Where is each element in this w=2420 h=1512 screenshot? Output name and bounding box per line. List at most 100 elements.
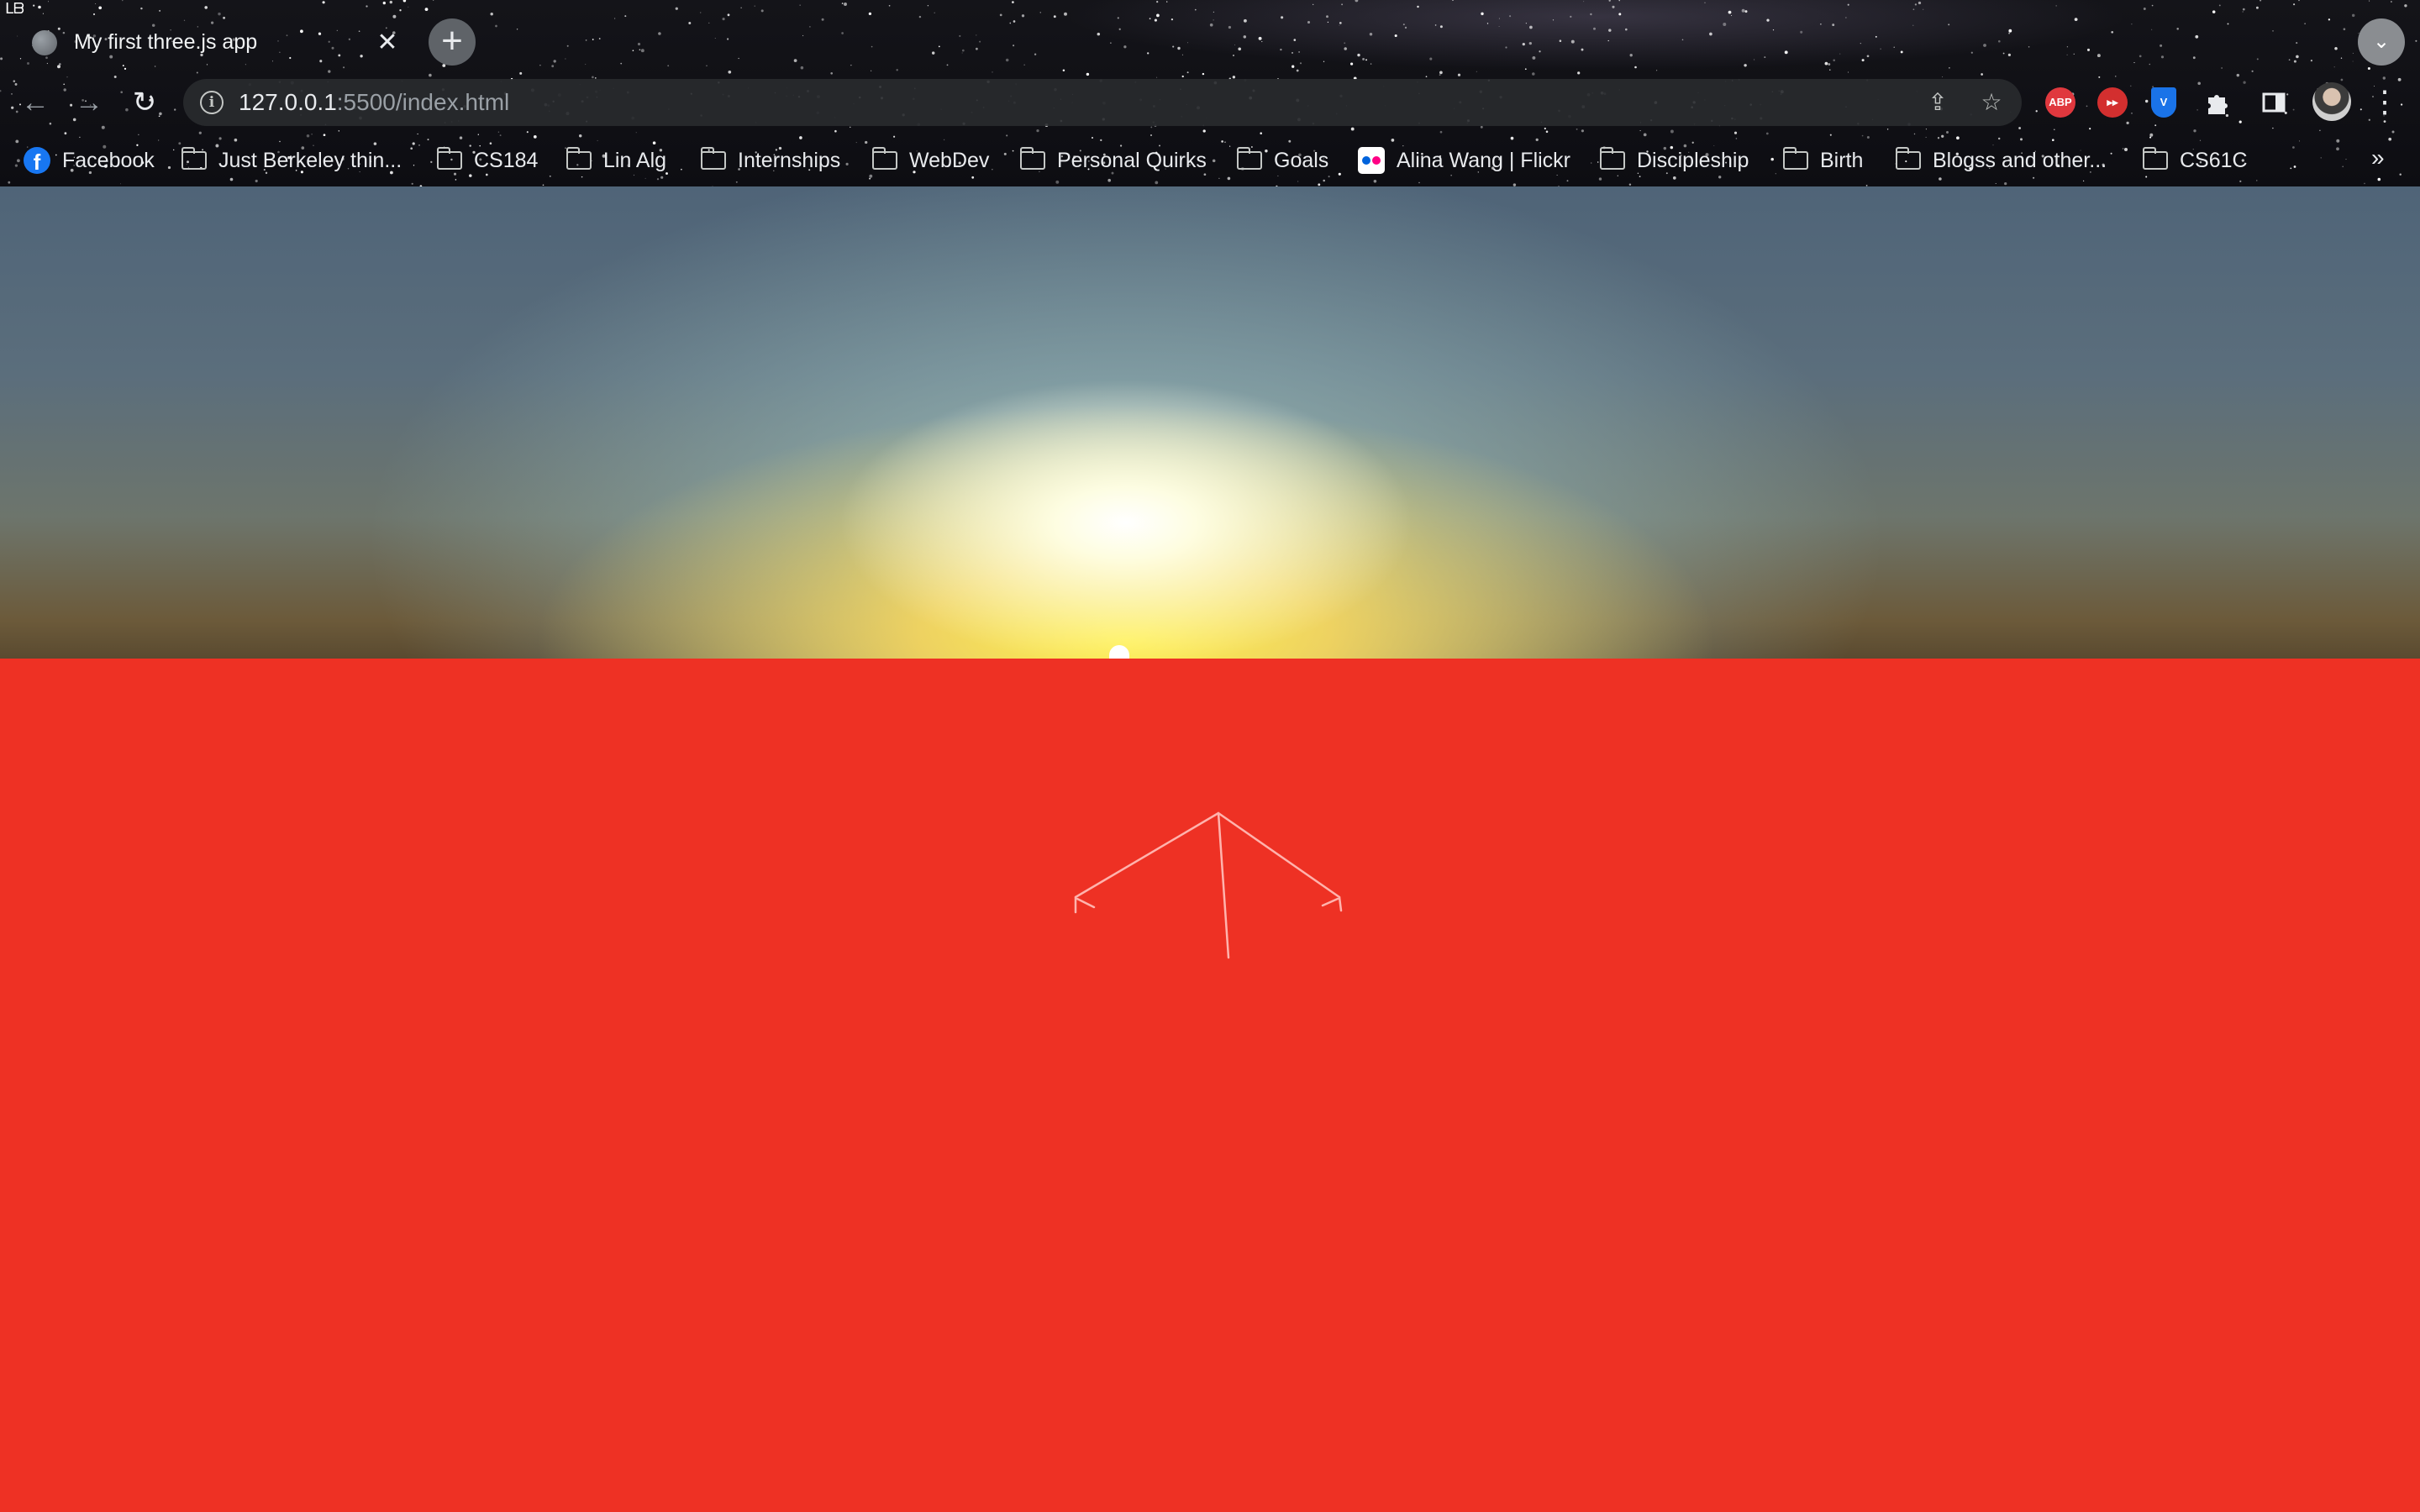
star — [402, 0, 407, 3]
bookmark-star-icon[interactable]: ☆ — [1976, 87, 2007, 118]
star — [1528, 41, 1532, 45]
folder-icon — [871, 147, 897, 170]
star — [706, 65, 708, 66]
forward-button[interactable]: → — [71, 84, 108, 121]
star — [1593, 27, 1596, 30]
star — [2243, 81, 2246, 84]
tab-close-icon[interactable]: ✕ — [373, 29, 402, 57]
star — [63, 83, 66, 86]
star — [918, 15, 922, 18]
adblock-plus-icon[interactable]: ABP — [2045, 87, 2075, 118]
star — [1404, 26, 1407, 29]
bookmark-item[interactable]: CS61C — [2142, 146, 2248, 175]
star — [809, 26, 811, 28]
star — [841, 32, 844, 34]
threejs-canvas[interactable] — [0, 186, 2420, 1512]
star — [1583, 1, 1585, 3]
star — [2008, 29, 2012, 33]
video-speed-icon[interactable]: ▸▸ — [2097, 87, 2128, 118]
star — [1875, 35, 1877, 38]
bookmark-item[interactable]: Internships — [700, 146, 840, 175]
star — [1365, 59, 1367, 61]
star — [1833, 59, 1835, 61]
star — [2397, 77, 2402, 81]
star — [2334, 46, 2338, 50]
bookmark-item[interactable]: Just Berkeley thin... — [181, 146, 402, 175]
bookmark-item[interactable]: Goals — [1236, 146, 1328, 175]
star — [2007, 53, 2011, 56]
star — [542, 184, 544, 186]
star — [1039, 12, 1041, 13]
side-panel-icon[interactable] — [2259, 87, 2289, 118]
star — [635, 132, 637, 134]
star — [1150, 134, 1152, 136]
menu-icon[interactable]: ⋮ — [2370, 82, 2400, 121]
star — [735, 181, 738, 183]
star — [656, 178, 660, 181]
tab-search-button[interactable]: ⌄ — [2358, 18, 2405, 66]
star — [2096, 54, 2101, 58]
site-info-icon[interactable]: i — [200, 91, 224, 114]
star — [1618, 13, 1622, 16]
star — [1417, 5, 1419, 8]
star — [1845, 17, 1847, 18]
url-text[interactable]: 127.0.0.1:5500/index.html — [239, 89, 509, 116]
star — [1457, 73, 1461, 76]
reload-button[interactable]: ↻ — [126, 84, 163, 121]
bookmark-item[interactable]: Blogss and other... — [1895, 146, 2107, 175]
bookmark-item[interactable]: Discipleship — [1599, 146, 1749, 175]
star — [279, 140, 281, 143]
back-button[interactable]: ← — [17, 84, 54, 121]
bookmark-item[interactable]: WebDev — [871, 146, 989, 175]
bookmarks-overflow-button[interactable]: » — [2371, 144, 2385, 171]
star — [1323, 179, 1325, 182]
star — [2149, 63, 2151, 66]
star — [799, 4, 801, 6]
star — [1728, 10, 1732, 14]
star — [2251, 70, 2254, 72]
star — [1150, 126, 1153, 129]
bookmark-item[interactable]: Personal Quirks — [1019, 146, 1207, 175]
star — [1023, 64, 1025, 66]
star — [1202, 72, 1205, 76]
folder-icon — [436, 147, 462, 170]
folder-icon — [700, 147, 726, 170]
folder-icon — [1599, 147, 1625, 170]
bookmark-item[interactable]: CS184 — [436, 146, 538, 175]
star — [2055, 5, 2057, 7]
bookmark-item[interactable]: Alina Wang | Flickr — [1358, 146, 1570, 175]
folder-icon — [1895, 147, 1921, 170]
star — [495, 24, 497, 28]
star — [1723, 23, 1727, 26]
star — [2151, 29, 2153, 30]
star — [1559, 39, 1562, 42]
shield-icon[interactable]: V — [2151, 87, 2176, 118]
address-bar[interactable]: i 127.0.0.1:5500/index.html ⇪ ☆ — [183, 79, 2022, 126]
star — [14, 164, 18, 167]
star — [931, 51, 935, 55]
bookmark-item[interactable]: f Facebook — [24, 146, 155, 175]
share-icon[interactable]: ⇪ — [1923, 87, 1953, 118]
star — [2020, 138, 2023, 141]
profile-avatar[interactable] — [2312, 82, 2351, 121]
bookmark-item[interactable]: Lin Alg — [566, 146, 666, 175]
extensions-puzzle-icon[interactable] — [2202, 87, 2232, 118]
bookmark-item[interactable]: Birth — [1782, 146, 1863, 175]
star — [2111, 30, 2114, 34]
tab-active[interactable]: My first three.js app ✕ — [13, 12, 417, 74]
wire-foot-right-a — [1338, 895, 1343, 912]
star — [592, 39, 594, 40]
star — [122, 0, 124, 2]
new-tab-button[interactable]: + — [429, 18, 476, 66]
star — [2133, 62, 2135, 64]
star — [1529, 25, 1533, 29]
star — [1524, 68, 1527, 71]
star — [1691, 141, 1694, 144]
star — [1577, 71, 1581, 75]
star — [0, 57, 3, 60]
star — [1672, 176, 1676, 180]
star — [1187, 42, 1188, 44]
star — [1625, 28, 1628, 31]
star — [412, 142, 415, 145]
star — [1156, 13, 1160, 18]
